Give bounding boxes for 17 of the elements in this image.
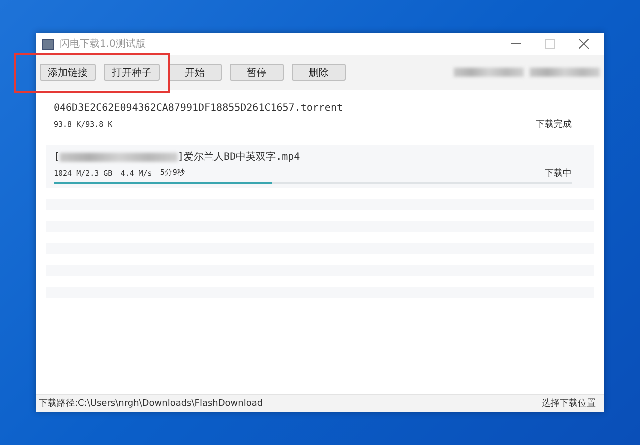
choose-location-link[interactable]: 选择下载位置 (542, 397, 596, 410)
toolbar-button[interactable]: 删除 (292, 64, 346, 81)
toolbar-button[interactable]: 打开种子 (104, 64, 160, 81)
toolbar-button[interactable]: 开始 (168, 64, 222, 81)
file-name: 046D3E2C62E094362CA87991DF18855D261C1657.torrent (54, 102, 343, 114)
window-title: 闪电下载1.0测试版 (60, 38, 146, 51)
download-path: 下载路径:C:\Users\nrgh\Downloads\FlashDownload (39, 398, 264, 410)
redacted-block (530, 68, 600, 77)
redacted-block (454, 68, 524, 77)
download-status: 下载完成 (536, 118, 573, 130)
app-icon (42, 38, 54, 50)
toolbar-button[interactable]: 添加链接 (40, 64, 96, 81)
toolbar-button[interactable]: 暂停 (230, 64, 284, 81)
file-name: ]爱尔兰人BD中英双字.mp4 (178, 150, 300, 164)
file-name: [ (54, 152, 60, 162)
close-icon[interactable] (579, 39, 589, 49)
download-status: 下载中 (545, 168, 573, 180)
